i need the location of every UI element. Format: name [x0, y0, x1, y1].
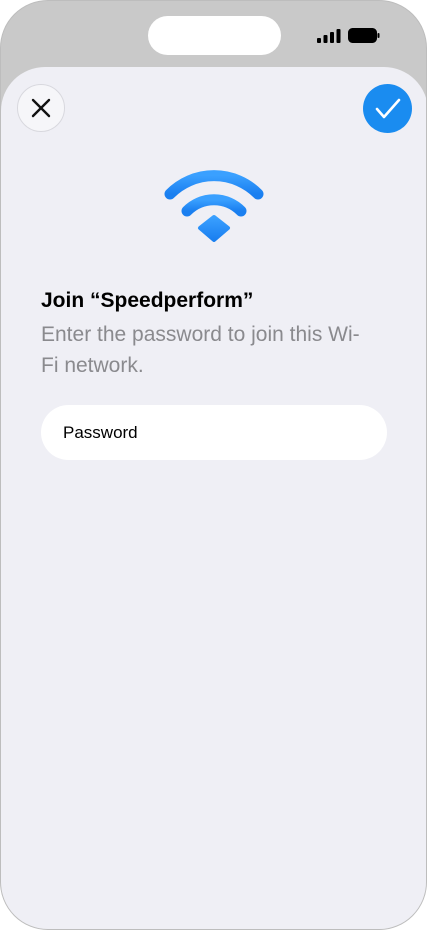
join-network-sheet: Join “Speedperform” Enter the password t… [1, 67, 426, 929]
cellular-signal-icon [317, 29, 341, 43]
close-button[interactable] [17, 84, 65, 132]
checkmark-icon [375, 98, 400, 118]
status-bar [1, 1, 426, 67]
battery-full-icon [348, 28, 380, 43]
wifi-icon [164, 170, 264, 242]
network-subtitle: Enter the password to join this Wi-Fi ne… [41, 323, 360, 377]
close-icon [31, 98, 51, 118]
phone-frame: Join “Speedperform” Enter the password t… [0, 0, 427, 930]
dynamic-island [148, 16, 281, 55]
password-input[interactable] [41, 405, 387, 460]
confirm-button[interactable] [363, 84, 412, 133]
network-title: Join “Speedperform” [41, 289, 254, 312]
